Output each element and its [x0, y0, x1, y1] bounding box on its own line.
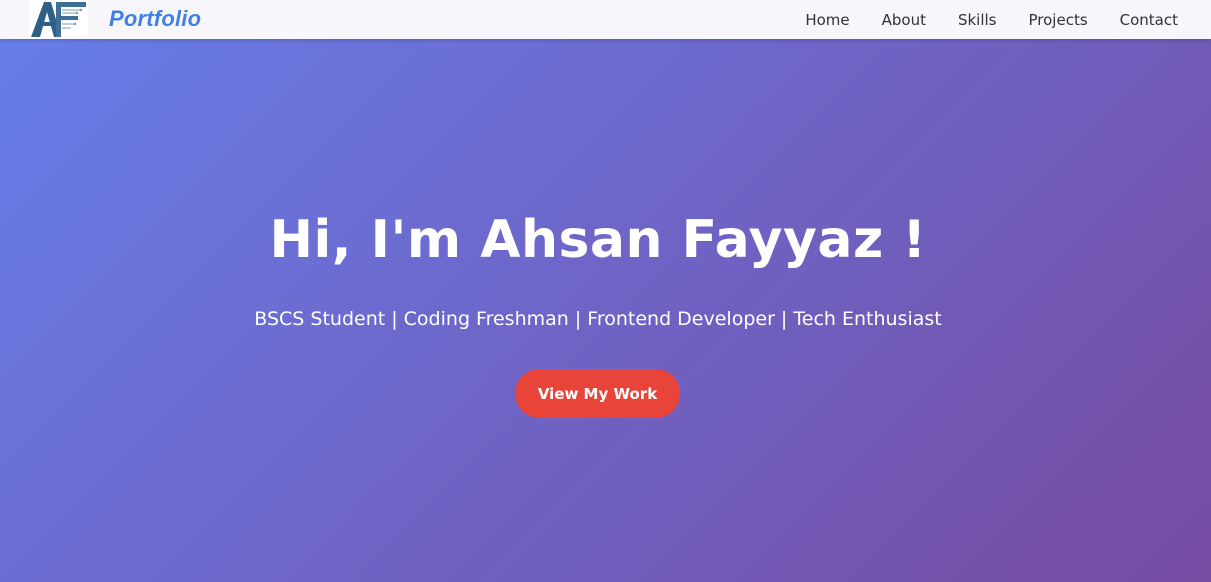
nav-link-contact[interactable]: Contact [1120, 11, 1178, 29]
view-my-work-button[interactable]: View My Work [515, 369, 680, 418]
nav-link-projects[interactable]: Projects [1029, 11, 1088, 29]
hero-title: Hi, I'm Ahsan Fayyaz ! [269, 210, 927, 270]
navbar: Portfolio Home About Skills Projects Con… [0, 0, 1211, 39]
nav-link-skills[interactable]: Skills [958, 11, 997, 29]
brand-title[interactable]: Portfolio [109, 6, 201, 32]
nav-link-about[interactable]: About [882, 11, 926, 29]
hero-subtitle: BSCS Student | Coding Freshman | Fronten… [254, 308, 942, 330]
af-logo-icon [31, 2, 86, 37]
nav-links: Home About Skills Projects Contact [805, 0, 1178, 39]
nav-link-home[interactable]: Home [805, 11, 849, 29]
logo[interactable] [29, 0, 88, 38]
